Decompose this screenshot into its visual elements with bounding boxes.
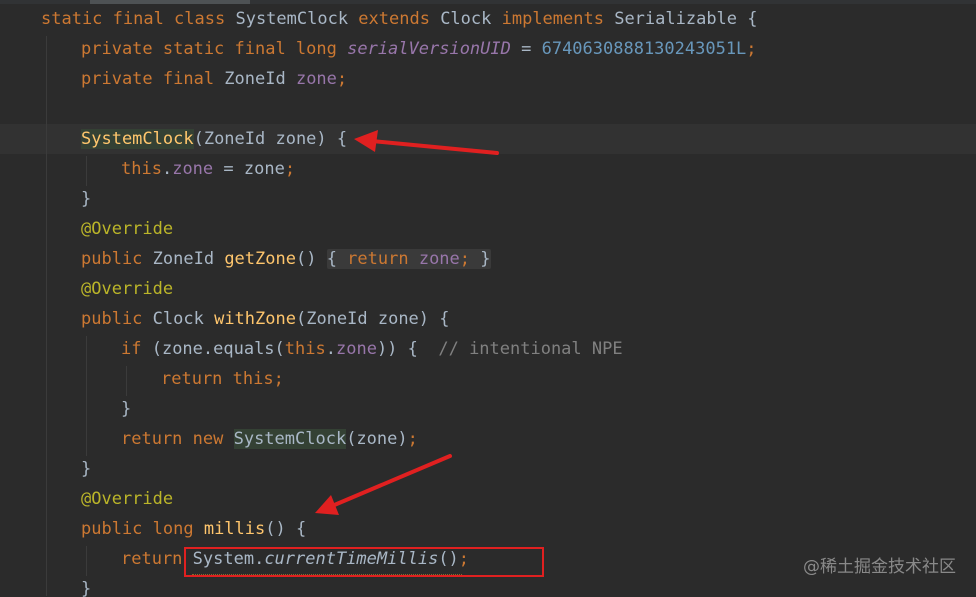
params: (ZoneId zone) { [193,129,348,149]
semicolon: ; [273,369,284,389]
keyword: return this [161,369,274,389]
code-line-withzone[interactable]: public Clock withZone(ZoneId zone) { [81,304,450,334]
parent-class: Clock [440,9,502,29]
keyword: implements [501,9,615,29]
field-name: zone [295,69,337,89]
constructor-name: SystemClock [233,429,347,449]
indent-guide [86,546,87,576]
annotation: @Override [81,489,174,509]
code-line-close-brace[interactable]: } [81,454,91,484]
code-line-assign[interactable]: this.zone = zone; [121,154,295,184]
indent-guide [86,336,87,456]
type-name: ZoneId [224,69,296,89]
keyword: return new [121,429,234,449]
keyword: private static final long [81,39,348,59]
params: (ZoneId zone) { [295,309,450,329]
brace: } [121,399,132,419]
keyword: public [81,309,153,329]
code-line-serial-uid[interactable]: private static final long serialVersionU… [81,34,757,64]
code-line-if[interactable]: if (zone.equals(this.zone)) { // intenti… [121,334,623,364]
code-line-close-brace[interactable]: } [81,184,91,214]
field-name: zone [418,249,460,269]
condition-end: )) { [376,339,439,359]
keyword: static final class [41,9,236,29]
method-name: millis [203,519,266,539]
code-line-millis[interactable]: public long millis() { [81,514,306,544]
class-name: SystemClock [235,9,359,29]
semicolon: ; [336,69,348,89]
code-line-getzone[interactable]: public ZoneId getZone() { return zone; } [81,244,491,274]
annotation: @Override [81,279,174,299]
brace: } [81,189,92,209]
keyword: extends [358,9,441,29]
code-line-annotation[interactable]: @Override [81,484,173,514]
parens: () [295,249,327,269]
folded-body-open[interactable]: { return zone; } [326,249,491,269]
field-name: zone [335,339,377,359]
watermark: @稀土掘金技术社区 [803,557,956,577]
dot: . [161,159,173,179]
type-name: ZoneId [152,249,225,269]
operator: = [510,39,542,59]
semicolon: ; [284,159,296,179]
highlight-box [184,547,544,577]
keyword: this [121,159,162,179]
keyword: public long [81,519,204,539]
indent-guide [126,366,127,396]
indent-guide [46,36,47,596]
method-name: withZone [214,309,296,329]
code-editor[interactable]: static final class SystemClock extends C… [0,0,976,597]
keyword: return [347,249,419,269]
params: () { [265,519,307,539]
semicolon: ; [746,39,757,59]
code-line-return-this[interactable]: return this; [161,364,284,394]
dot: . [325,339,336,359]
field-name: zone [172,159,214,179]
keyword: return [121,549,193,569]
assignment: = zone [213,159,285,179]
code-line-close-brace[interactable]: } [81,574,91,597]
code-line-constructor[interactable]: SystemClock(ZoneId zone) { [81,124,347,154]
keyword: public [81,249,153,269]
semicolon: ; [407,429,418,449]
keyword: if [121,339,152,359]
annotation: @Override [81,219,174,239]
brace: } [480,249,491,269]
code-line-annotation[interactable]: @Override [81,274,173,304]
keyword: private final [81,69,225,89]
brace: } [81,459,92,479]
brace: } [81,579,92,597]
comment: // intentional NPE [438,339,623,359]
code-line-class-decl[interactable]: static final class SystemClock extends C… [41,4,758,34]
keyword: this [284,339,326,359]
method-name: getZone [224,249,296,269]
condition-start: (zone.equals( [151,339,285,359]
code-line-annotation[interactable]: @Override [81,214,173,244]
field-name: serialVersionUID [347,39,511,59]
args: (zone) [346,429,408,449]
indent-guide [86,156,87,186]
number-literal: 6740630888130243051L [541,39,747,59]
constructor-name: SystemClock [81,129,194,149]
brace: { [326,249,348,269]
type-name: Clock [152,309,215,329]
code-line-return-new[interactable]: return new SystemClock(zone); [121,424,418,454]
interface-name: Serializable { [614,9,758,29]
code-line-zone-field[interactable]: private final ZoneId zone; [81,64,347,94]
semicolon: ; [459,249,481,269]
code-line-close-brace[interactable]: } [121,394,131,424]
